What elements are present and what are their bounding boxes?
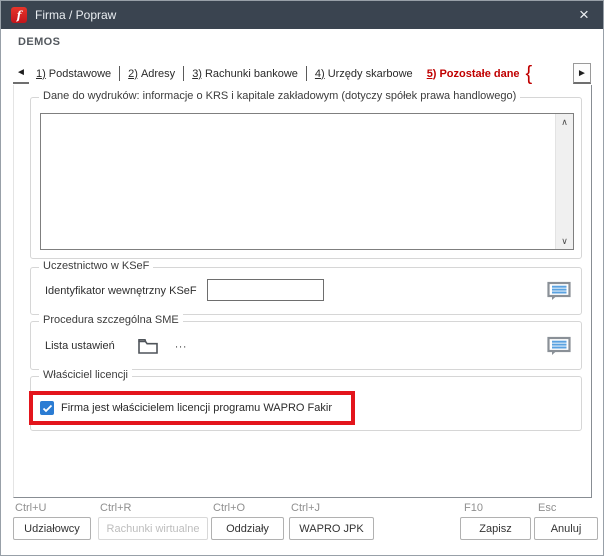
group-legend: Procedura szczególna SME	[39, 314, 183, 326]
tab-separator	[119, 66, 120, 81]
group-legend: Właściciel licencji	[39, 369, 132, 381]
active-tab-marker: {	[526, 63, 533, 86]
scroll-down-icon[interactable]: ∨	[556, 233, 573, 249]
shortcut-ctrl-u: Ctrl+U	[15, 502, 46, 514]
shortcut-ctrl-j: Ctrl+J	[291, 502, 320, 514]
folder-icon[interactable]	[137, 337, 159, 355]
group-dane-do-wydrukow: Dane do wydruków: informacje o KRS i kap…	[30, 97, 582, 259]
tab-label: Urzędy skarbowe	[328, 68, 413, 80]
shortcut-ctrl-r: Ctrl+R	[100, 502, 131, 514]
window-title: Firma / Popraw	[35, 1, 116, 29]
tab-label: Rachunki bankowe	[205, 68, 298, 80]
shortcut-f10: F10	[464, 502, 483, 514]
wapro-jpk-button[interactable]: WAPRO JPK	[289, 517, 374, 540]
tab-num: 3)	[192, 68, 202, 80]
tab-podstawowe[interactable]: 1) Podstawowe	[34, 65, 113, 83]
more-options-button[interactable]: ...	[175, 338, 187, 350]
tab-scroll-right-icon[interactable]: ►	[573, 63, 591, 84]
app-icon-letter: f	[17, 10, 22, 21]
tabs: 1) Podstawowe 2) Adresy 3) Rachunki bank…	[34, 62, 532, 85]
scrollbar[interactable]: ∧ ∨	[555, 114, 573, 249]
license-checkbox[interactable]	[40, 401, 54, 415]
tab-num: 5)	[427, 68, 437, 80]
krs-text-area[interactable]: ∧ ∨	[40, 113, 574, 250]
company-name: DEMOS	[18, 36, 60, 48]
tab-num: 4)	[315, 68, 325, 80]
comment-bubble-icon[interactable]	[547, 336, 571, 355]
tab-separator	[183, 66, 184, 81]
group-legend: Dane do wydruków: informacje o KRS i kap…	[39, 90, 520, 102]
group-procedura-sme: Procedura szczególna SME Lista ustawień …	[30, 321, 582, 370]
ksef-id-label: Identyfikator wewnętrzny KSeF	[45, 285, 197, 297]
scroll-up-icon[interactable]: ∧	[556, 114, 573, 130]
oddzialy-button[interactable]: Oddziały	[211, 517, 284, 540]
lista-ustawien-label: Lista ustawień	[45, 340, 115, 352]
shortcut-esc: Esc	[538, 502, 556, 514]
tab-label: Adresy	[141, 68, 175, 80]
tab-rachunki-bankowe[interactable]: 3) Rachunki bankowe	[190, 65, 300, 83]
license-checkbox-label[interactable]: Firma jest właścicielem licencji program…	[61, 402, 332, 414]
app-icon: f	[11, 7, 27, 23]
tab-pozostale-dane-active[interactable]: 5) Pozostałe dane	[425, 65, 522, 83]
ksef-id-input[interactable]	[207, 279, 324, 301]
titlebar: f Firma / Popraw ×	[1, 1, 603, 29]
tab-separator	[306, 66, 307, 81]
group-wlasciciel-licencji: Właściciel licencji Firma jest właścicie…	[30, 376, 582, 431]
tab-urzedy-skarbowe[interactable]: 4) Urzędy skarbowe	[313, 65, 415, 83]
udzialowcy-button[interactable]: Udziałowcy	[13, 517, 91, 540]
red-highlight-annotation: Firma jest właścicielem licencji program…	[29, 391, 355, 425]
group-uczestnictwo-ksef: Uczestnictwo w KSeF Identyfikator wewnęt…	[30, 267, 582, 315]
tab-bar: ◄ 1) Podstawowe 2) Adresy 3) Rachunki ba…	[13, 62, 593, 85]
anuluj-button[interactable]: Anuluj	[534, 517, 598, 540]
comment-bubble-icon[interactable]	[547, 282, 571, 301]
rachunki-wirtualne-button: Rachunki wirtualne	[98, 517, 208, 540]
tab-label: Pozostałe dane	[439, 68, 519, 80]
tab-adresy[interactable]: 2) Adresy	[126, 65, 177, 83]
tab-num: 2)	[128, 68, 138, 80]
zapisz-button[interactable]: Zapisz	[460, 517, 531, 540]
shortcut-ctrl-o: Ctrl+O	[213, 502, 245, 514]
close-icon[interactable]: ×	[565, 1, 603, 29]
tab-num: 1)	[36, 68, 46, 80]
tab-label: Podstawowe	[49, 68, 111, 80]
firma-popraw-dialog: f Firma / Popraw × DEMOS ◄ 1) Podstawowe…	[0, 0, 604, 556]
group-legend: Uczestnictwo w KSeF	[39, 260, 153, 272]
tab-scroll-left-icon[interactable]: ◄	[13, 64, 29, 84]
tab-page-panel: Dane do wydruków: informacje o KRS i kap…	[13, 85, 592, 498]
